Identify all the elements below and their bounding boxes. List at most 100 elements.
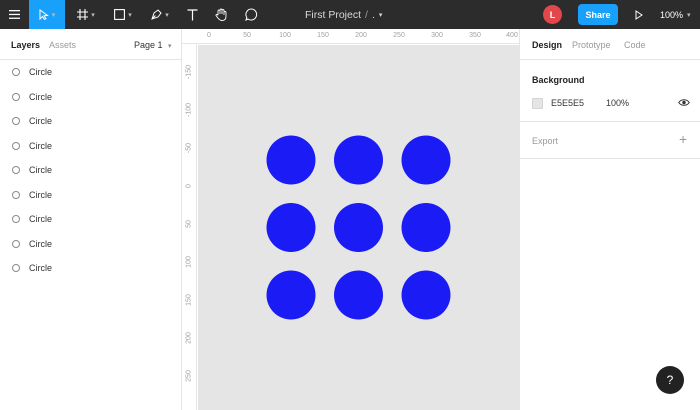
hand-icon — [215, 8, 227, 21]
help-button[interactable]: ? — [656, 366, 684, 394]
circle-shape[interactable] — [266, 135, 316, 185]
layer-item[interactable]: Circle — [0, 256, 181, 281]
page-name: Page 1 — [134, 40, 163, 50]
title-separator: / — [365, 8, 368, 21]
ruler-tick-label: 150 — [185, 294, 193, 306]
ruler-tick-label: -150 — [185, 64, 193, 80]
circle-shape[interactable] — [266, 203, 316, 252]
left-panel-tabs: Layers Assets Page 1 ▾ — [0, 29, 181, 60]
present-button[interactable] — [630, 0, 648, 29]
ruler-tick-label: 0 — [185, 184, 193, 188]
ruler-tick-label: 50 — [185, 220, 193, 228]
text-tool-button[interactable] — [181, 0, 203, 29]
properties-panel: Design Prototype Code Background E5E5E5 … — [519, 29, 700, 410]
ruler-tick-label: 400 — [506, 32, 518, 39]
chevron-down-icon: ▾ — [91, 11, 95, 19]
ellipse-icon — [12, 68, 20, 77]
layer-item[interactable]: Circle — [0, 60, 181, 85]
circle-shape[interactable] — [401, 203, 451, 252]
layer-item[interactable]: Circle — [0, 134, 181, 159]
circle-shape[interactable] — [334, 135, 383, 185]
canvas[interactable] — [198, 45, 519, 410]
tab-code[interactable]: Code — [624, 40, 646, 50]
file-title[interactable]: First Project / . ▾ — [305, 0, 382, 29]
circle-shape[interactable] — [401, 135, 451, 185]
layer-name: Circle — [29, 67, 53, 78]
ellipse-icon — [12, 190, 20, 199]
background-opacity-input[interactable]: 100% — [606, 98, 629, 108]
layer-item[interactable]: Circle — [0, 109, 181, 134]
ellipse-icon — [12, 264, 20, 273]
circle-shape[interactable] — [334, 203, 383, 252]
layer-item[interactable]: Circle — [0, 232, 181, 257]
text-icon — [187, 8, 197, 20]
circle-shape[interactable] — [334, 270, 383, 320]
layer-name: Circle — [29, 91, 53, 102]
zoom-value: 100% — [660, 9, 684, 20]
layer-item[interactable]: Circle — [0, 158, 181, 183]
circle-shape[interactable] — [401, 270, 451, 320]
layer-name: Circle — [29, 165, 53, 176]
play-icon — [635, 9, 643, 20]
ruler-tick-label: 150 — [317, 32, 329, 39]
layer-item[interactable]: Circle — [0, 183, 181, 208]
avatar[interactable]: L — [543, 5, 562, 24]
ruler-tick-label: 200 — [185, 332, 193, 344]
chevron-down-icon: ▾ — [51, 11, 56, 19]
visibility-toggle[interactable] — [678, 98, 690, 109]
layer-name: Circle — [29, 189, 53, 200]
frame-tool-button[interactable]: ▾ — [71, 0, 101, 29]
canvas-surface[interactable] — [198, 45, 519, 410]
chevron-down-icon: ▾ — [165, 11, 169, 19]
background-hex-input[interactable]: E5E5E5 — [551, 98, 584, 108]
layers-panel: Layers Assets Page 1 ▾ Circle Circle Cir… — [0, 29, 182, 410]
tab-design[interactable]: Design — [532, 40, 562, 50]
ruler-tick-label: 100 — [279, 32, 291, 39]
horizontal-ruler[interactable]: 0 50 100 150 200 250 300 350 400 — [182, 29, 519, 44]
chevron-down-icon: ▾ — [168, 43, 172, 50]
shape-tool-button[interactable]: ▾ — [108, 0, 138, 29]
ellipse-icon — [12, 141, 20, 150]
right-panel-tabs: Design Prototype Code — [520, 29, 700, 60]
pen-tool-button[interactable]: ▾ — [145, 0, 175, 29]
move-tool-button[interactable]: ▾ — [29, 0, 65, 29]
layer-name: Circle — [29, 238, 53, 249]
ellipse-icon — [12, 117, 20, 126]
ruler-tick-label: 300 — [431, 32, 443, 39]
layer-name: Circle — [29, 140, 53, 151]
hand-tool-button[interactable] — [210, 0, 232, 29]
hamburger-icon — [9, 10, 20, 19]
layer-list: Circle Circle Circle Circle Circle Circl… — [0, 60, 181, 281]
project-title[interactable]: First Project — [305, 9, 361, 21]
background-swatch[interactable] — [532, 98, 543, 109]
comment-tool-button[interactable] — [240, 0, 262, 29]
zoom-control[interactable]: 100% ▾ — [660, 0, 691, 29]
tab-prototype[interactable]: Prototype — [572, 40, 611, 50]
tab-assets[interactable]: Assets — [49, 40, 76, 50]
add-export-icon[interactable]: + — [679, 132, 687, 146]
main-menu-button[interactable] — [0, 0, 29, 29]
ellipse-icon — [12, 166, 20, 175]
ruler-tick-label: 0 — [207, 32, 211, 39]
ruler-tick-label: -100 — [185, 102, 193, 118]
ruler-tick-label: -50 — [185, 142, 193, 154]
tab-layers[interactable]: Layers — [11, 40, 40, 50]
eye-icon — [678, 99, 690, 106]
chevron-down-icon[interactable]: ▾ — [379, 11, 383, 19]
file-name[interactable]: . — [372, 9, 375, 21]
export-section: Export + — [520, 122, 700, 159]
share-button[interactable]: Share — [578, 4, 618, 25]
background-title: Background — [532, 75, 585, 85]
ruler-tick-label: 200 — [355, 32, 367, 39]
rectangle-icon — [114, 9, 126, 20]
circle-shape[interactable] — [266, 270, 316, 320]
layer-name: Circle — [29, 214, 53, 225]
vertical-ruler[interactable]: -150 -100 -50 0 50 100 150 200 250 — [182, 44, 197, 410]
pen-icon — [151, 9, 162, 20]
ruler-tick-label: 250 — [185, 370, 193, 382]
ruler-tick-label: 100 — [185, 256, 193, 268]
toolbar: ▾ ▾ ▾ ▾ First Project / . ▾ L Share 100%… — [0, 0, 700, 29]
layer-item[interactable]: Circle — [0, 85, 181, 110]
page-selector[interactable]: Page 1 ▾ — [134, 40, 172, 50]
layer-item[interactable]: Circle — [0, 207, 181, 232]
